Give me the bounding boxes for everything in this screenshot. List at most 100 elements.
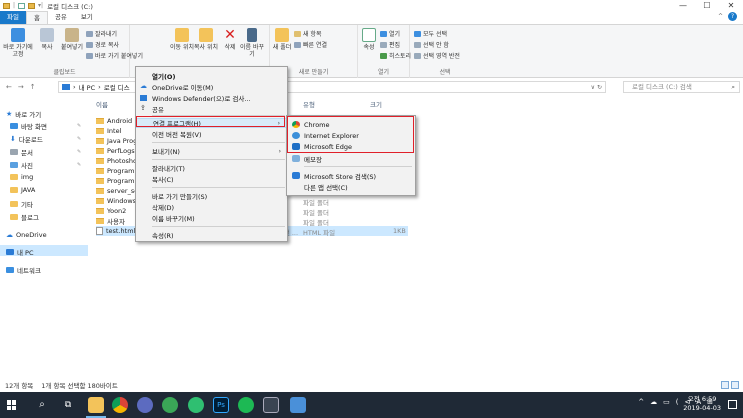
- menu-item-create-shortcut[interactable]: 바로 가기 만들기(S): [136, 191, 287, 201]
- easy-access-label: 빠른 연결: [303, 42, 327, 49]
- nav-item-documents[interactable]: 문서 ✎: [10, 147, 81, 157]
- menu-item-onedrive[interactable]: ☁ OneDrive로 이동(M): [136, 82, 287, 92]
- edit-button[interactable]: 편집: [380, 40, 400, 49]
- delete-button[interactable]: ✕ 삭제: [218, 28, 242, 51]
- nav-item-this-pc[interactable]: 내 PC: [6, 247, 34, 257]
- select-all-button[interactable]: 모두 선택: [414, 29, 447, 38]
- menu-item-delete[interactable]: 삭제(D): [136, 202, 287, 212]
- app-icon[interactable]: [238, 397, 254, 413]
- ribbon-collapse-icon[interactable]: ^: [718, 13, 723, 20]
- app-icon[interactable]: [290, 397, 306, 413]
- menu-item-rename[interactable]: 이름 바꾸기(M): [136, 213, 287, 223]
- maximize-button[interactable]: ☐: [695, 0, 719, 11]
- select-none-button[interactable]: 선택 안 함: [414, 40, 449, 49]
- new-item-button[interactable]: 새 항목: [294, 29, 321, 38]
- tab-home[interactable]: 홈: [25, 11, 48, 24]
- scissors-icon: [86, 30, 93, 37]
- file-name: server_sc: [107, 187, 138, 195]
- clock[interactable]: 오전 6:59 2019-04-03: [683, 395, 721, 413]
- invert-selection-button[interactable]: 선택 영역 반전: [414, 51, 460, 60]
- tray-overflow-icon[interactable]: ^: [638, 398, 644, 406]
- menu-item-send-to[interactable]: 보내기(N) ›: [136, 146, 287, 157]
- large-icons-view-icon[interactable]: [731, 381, 739, 389]
- breadcrumb-local-disk[interactable]: 로컬 디스: [104, 82, 130, 92]
- forward-arrow-icon[interactable]: →: [18, 83, 24, 91]
- open-button[interactable]: 열기: [380, 29, 400, 38]
- notification-icon[interactable]: [728, 400, 737, 409]
- chrome-icon[interactable]: [112, 397, 128, 413]
- nav-item-network[interactable]: 네트워크: [6, 265, 41, 275]
- nav-item-java[interactable]: JAVA: [10, 186, 35, 194]
- back-arrow-icon[interactable]: ←: [6, 83, 12, 91]
- submenu-item-store[interactable]: Microsoft Store 검색(S): [287, 170, 415, 181]
- move-to-button[interactable]: 이동 위치: [170, 28, 194, 51]
- breadcrumb-my-pc[interactable]: 내 PC: [79, 82, 96, 92]
- pin-icon[interactable]: ✎: [77, 123, 81, 129]
- network-icon[interactable]: (: [676, 398, 679, 406]
- menu-item-defender[interactable]: Windows Defender(으)로 검사...: [136, 93, 287, 103]
- nav-item-quick-access[interactable]: ★ 바로 가기: [6, 109, 41, 119]
- details-view-icon[interactable]: [721, 381, 729, 389]
- nav-item-downloads[interactable]: ⬇ 다운로드 ✎: [10, 134, 81, 144]
- properties-icon[interactable]: [18, 2, 26, 9]
- nav-item-other[interactable]: 기타: [10, 199, 33, 209]
- menu-item-open[interactable]: 열기(O): [136, 71, 287, 81]
- search-placeholder: 로컬 디스크 (C:) 검색: [632, 83, 692, 91]
- pin-icon[interactable]: ✎: [77, 162, 81, 168]
- easy-access-button[interactable]: 빠른 연결: [294, 40, 327, 49]
- properties-button[interactable]: 속성: [360, 28, 378, 51]
- copy-path-button[interactable]: 경로 복사: [86, 40, 119, 49]
- copy-button[interactable]: 복사: [37, 28, 57, 51]
- tab-file[interactable]: 파일: [0, 11, 26, 24]
- nav-item-img[interactable]: img: [10, 173, 33, 181]
- terminal-icon[interactable]: [263, 397, 279, 413]
- pin-icon[interactable]: ✎: [77, 149, 81, 155]
- search-icon[interactable]: ⌕: [34, 397, 50, 413]
- photoshop-icon[interactable]: Ps: [213, 397, 229, 413]
- new-folder-icon[interactable]: [28, 2, 36, 9]
- nav-item-desktop[interactable]: 바탕 화면 ✎: [10, 121, 81, 131]
- new-folder-button[interactable]: 새 폴더: [272, 28, 292, 51]
- column-header-type[interactable]: 유형: [303, 99, 315, 109]
- battery-icon[interactable]: ▭: [663, 398, 670, 406]
- windows-start-icon[interactable]: [7, 400, 17, 410]
- highlight-box: [136, 116, 285, 127]
- nav-item-pictures[interactable]: 사진 ✎: [10, 160, 81, 170]
- minimize-button[interactable]: —: [671, 0, 695, 11]
- column-header-name[interactable]: 이름: [96, 99, 108, 109]
- app-icon[interactable]: [188, 397, 204, 413]
- menu-item-cut[interactable]: 잘라내기(T): [136, 163, 287, 173]
- pin-icon[interactable]: ✎: [77, 136, 81, 142]
- file-type: 파일 폴더: [303, 209, 329, 217]
- tab-view[interactable]: 보기: [74, 11, 100, 24]
- menu-item-restore[interactable]: 이전 버전 복원(V): [136, 129, 287, 139]
- app-icon[interactable]: [162, 397, 178, 413]
- search-input[interactable]: 로컬 디스크 (C:) 검색 ⌕: [623, 81, 740, 93]
- app-icon[interactable]: [137, 397, 153, 413]
- close-button[interactable]: ✕: [719, 0, 743, 11]
- menu-label: 보내기(N): [152, 148, 180, 156]
- paste-button[interactable]: 붙여넣기: [60, 28, 84, 51]
- nav-item-blog[interactable]: 블로그: [10, 212, 39, 222]
- menu-item-copy[interactable]: 복사(C): [136, 174, 287, 184]
- refresh-icon[interactable]: ∨ ↻: [591, 84, 602, 91]
- column-header-size[interactable]: 크기: [370, 99, 382, 109]
- nav-label: 기타: [21, 201, 33, 209]
- menu-item-share[interactable]: ⇪ 공유: [136, 104, 287, 114]
- menu-item-properties[interactable]: 속성(R): [136, 230, 287, 240]
- submenu-item-other-app[interactable]: 다른 앱 선택(C): [287, 181, 415, 192]
- tab-share[interactable]: 공유: [48, 11, 74, 24]
- task-view-icon[interactable]: ⧉: [60, 397, 76, 413]
- copy-to-button[interactable]: 복사 위치: [194, 28, 218, 51]
- submenu-item-notepad[interactable]: 메모장: [287, 153, 415, 164]
- help-icon[interactable]: ?: [728, 12, 737, 21]
- history-button[interactable]: 히스토리: [380, 51, 411, 60]
- pin-quick-access-button[interactable]: 바로 가기에 고정: [3, 28, 33, 58]
- cut-button[interactable]: 잘라내기: [86, 29, 117, 38]
- nav-label: 바탕 화면: [21, 123, 47, 131]
- file-explorer-icon[interactable]: [88, 397, 104, 413]
- up-arrow-icon[interactable]: ↑: [30, 83, 36, 91]
- nav-item-onedrive[interactable]: ☁ OneDrive: [6, 231, 47, 239]
- onedrive-tray-icon[interactable]: ☁: [650, 398, 657, 406]
- rename-button[interactable]: 이름 바꾸기: [240, 28, 264, 58]
